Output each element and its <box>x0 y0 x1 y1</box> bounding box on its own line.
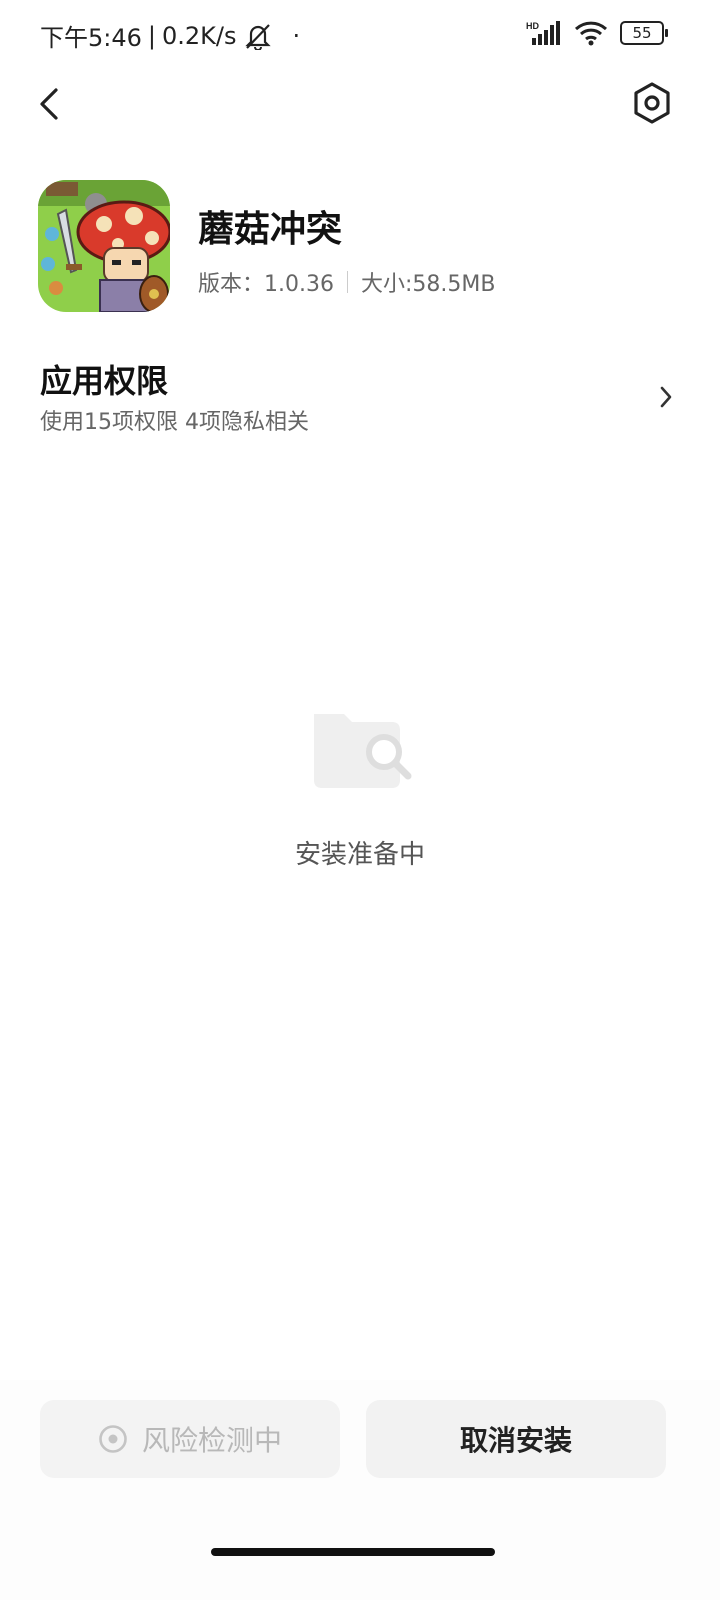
permissions-title: 应用权限 <box>40 362 169 400</box>
folder-search-icon <box>314 714 412 788</box>
permissions-subtitle: 使用15项权限 4项隐私相关 <box>40 410 309 435</box>
battery-indicator: 55 <box>620 21 668 45</box>
app-name: 蘑菇冲突 <box>198 209 343 250</box>
mute-bell-icon <box>244 23 271 50</box>
cancel-install-label: 取消安装 <box>459 1424 572 1457</box>
chevron-left-icon <box>40 88 58 120</box>
wifi-icon <box>574 21 608 46</box>
meta-divider <box>346 271 348 293</box>
app-size: 大小:58.5MB <box>360 272 496 297</box>
status-right: HD 55 <box>526 20 668 46</box>
chevron-right-icon <box>660 386 672 408</box>
loading-spinner-icon <box>99 1425 127 1453</box>
status-bar: 下午5:46 | 0.2K/s · HD 55 <box>0 0 720 70</box>
bottom-action-bar: 风险检测中 取消安装 <box>0 1380 720 1600</box>
hd-label: HD <box>526 21 539 31</box>
app-meta: 版本：1.0.36 大小:58.5MB <box>198 266 495 298</box>
status-net-speed: 0.2K/s <box>162 21 237 50</box>
risk-check-button[interactable]: 风险检测中 <box>40 1400 340 1478</box>
status-separator: | <box>147 21 156 50</box>
back-button[interactable] <box>30 82 74 126</box>
app-header: 蘑菇冲突 版本：1.0.36 大小:58.5MB <box>38 180 678 312</box>
mushroom-game-icon <box>38 180 170 312</box>
risk-check-label: 风险检测中 <box>141 1424 282 1457</box>
preparing-status: 安装准备中 <box>0 700 720 871</box>
status-dot: · <box>292 21 301 50</box>
signal-hd-icon: HD <box>526 21 560 45</box>
app-version: 版本：1.0.36 <box>198 272 334 297</box>
home-indicator[interactable] <box>211 1548 495 1556</box>
app-icon <box>38 180 170 312</box>
status-time: 下午5:46 <box>40 24 142 52</box>
settings-button[interactable] <box>630 80 674 128</box>
preparing-text: 安装准备中 <box>294 840 425 870</box>
permissions-row[interactable]: 应用权限 使用15项权限 4项隐私相关 <box>40 356 680 446</box>
status-left: 下午5:46 | 0.2K/s · <box>40 18 300 53</box>
hexagon-settings-icon <box>634 82 670 124</box>
cancel-install-button[interactable]: 取消安装 <box>366 1400 666 1478</box>
